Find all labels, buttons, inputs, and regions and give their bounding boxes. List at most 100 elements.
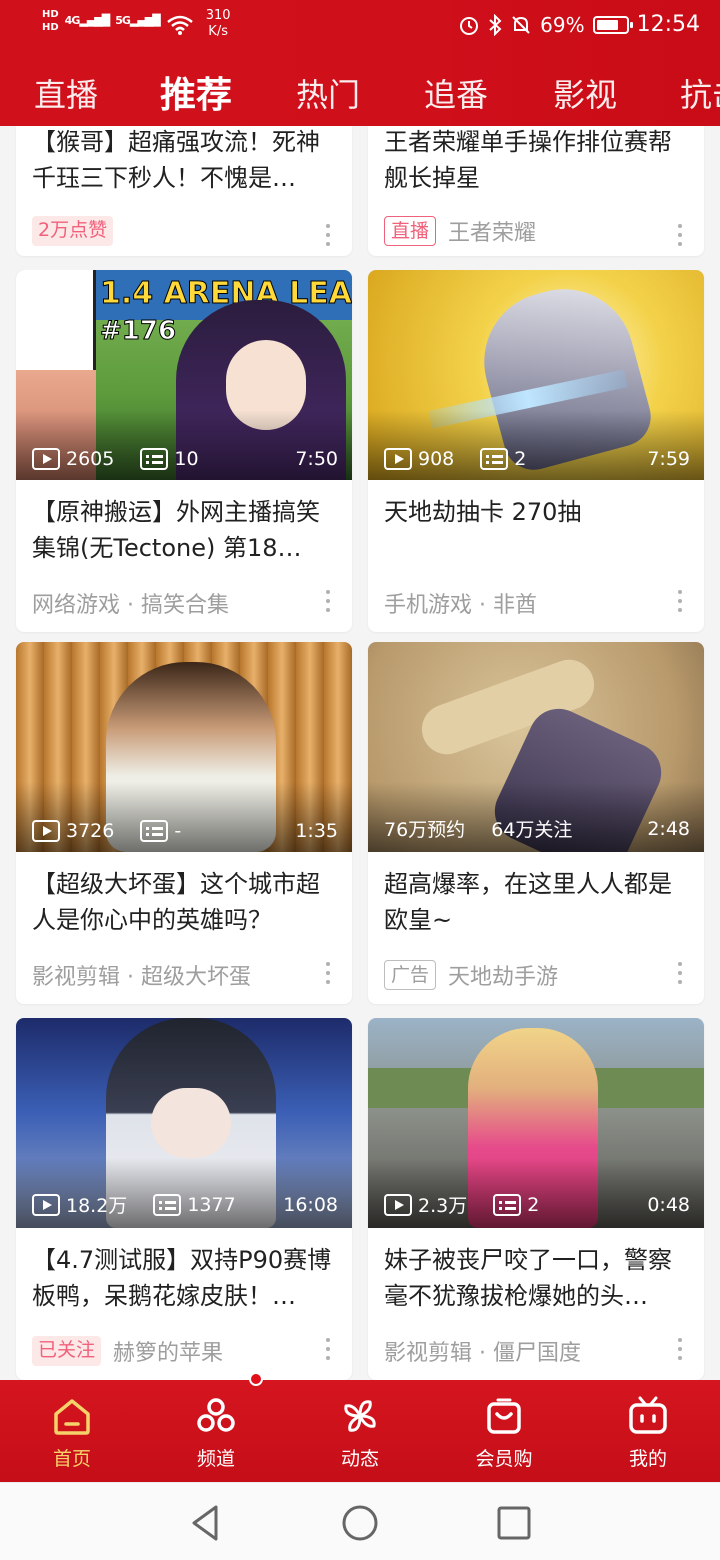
- nav-home[interactable]: 首页: [0, 1380, 144, 1482]
- shopping-bag-icon: [487, 1398, 521, 1434]
- video-stats: 908 2 7:59: [384, 448, 690, 470]
- tab-recommend[interactable]: 推荐: [160, 66, 232, 118]
- video-duration: 16:08: [283, 1193, 338, 1216]
- video-thumbnail[interactable]: 3726 - 1:35: [16, 642, 352, 852]
- video-title: 【超级大坏蛋】这个城市超人是你心中的英雄吗？: [32, 870, 320, 934]
- clock: 12:54: [636, 12, 700, 37]
- tab-epidemic[interactable]: 抗击: [680, 70, 720, 116]
- danmaku-count: 2: [527, 1193, 540, 1216]
- video-thumbnail[interactable]: 908 2 7:59: [368, 270, 704, 480]
- video-duration: 7:59: [647, 448, 690, 470]
- signal-5g-label: 5G: [115, 14, 131, 27]
- signal-4g-label: 4G: [64, 14, 81, 27]
- card-footer: 广告 天地劫手游: [368, 946, 704, 1004]
- nav-vip-shop[interactable]: 会员购: [432, 1380, 576, 1482]
- tab-live[interactable]: 直播: [34, 70, 98, 116]
- danmaku-icon: [493, 1193, 522, 1216]
- view-count: 18.2万: [66, 1195, 128, 1217]
- view-count: 908: [418, 448, 455, 470]
- recent-apps-icon[interactable]: [494, 1503, 534, 1543]
- top-tabs: 直播 推荐 热门 追番 影视 抗击: [0, 62, 720, 122]
- tab-hot[interactable]: 热门: [296, 70, 360, 116]
- hd2-label: HD: [42, 22, 59, 33]
- card-footer: 直播 王者荣耀: [368, 208, 704, 254]
- video-card[interactable]: 3726 - 1:35 【超级大坏蛋】这个城市超人是你心中的英雄吗？ 影视剪辑 …: [16, 642, 352, 1004]
- card-footer: 影视剪辑 · 僵尸国度: [368, 1322, 704, 1380]
- danmaku-icon: [153, 1193, 182, 1216]
- video-stats: 18.2万 1377 16:08: [32, 1191, 338, 1218]
- video-title: 【原神搬运】外网主播搞笑集锦(无Tectone) 第18…: [32, 498, 320, 562]
- video-duration: 2:48: [647, 817, 690, 840]
- nav-dynamic[interactable]: 动态: [288, 1380, 432, 1482]
- battery-percent: 69%: [540, 12, 585, 37]
- ad-card[interactable]: 76万预约 64万关注 2:48 超高爆率，在这里人人都是欧皇~ 广告 天地劫手…: [368, 642, 704, 1004]
- video-title: 【猴哥】超痛强攻流！死神千珏三下秒人！不愧是…: [32, 128, 320, 192]
- video-feed[interactable]: 【猴哥】超痛强攻流！死神千珏三下秒人！不愧是… 2万点赞 王者荣耀单手操作排位赛…: [0, 126, 720, 1380]
- card-footer: 网络游戏 · 搞笑合集: [16, 574, 352, 632]
- hd-indicator: HD HD: [42, 8, 59, 34]
- card-footer: 手机游戏 · 非酋: [368, 574, 704, 632]
- more-options-icon[interactable]: [678, 1338, 682, 1364]
- app-header: HD HD 4G▂▄▆█ 5G▂▄▆█ 310 K/s 69% 12:54 直播…: [0, 0, 720, 126]
- video-card[interactable]: 王者荣耀单手操作排位赛帮舰长掉星 直播 王者荣耀: [368, 126, 704, 256]
- more-options-icon[interactable]: [678, 962, 682, 988]
- ad-title: 超高爆率，在这里人人都是欧皇~: [384, 870, 672, 934]
- card-footer: 影视剪辑 · 超级大坏蛋: [16, 946, 352, 1004]
- follow-count: 64万关注: [491, 819, 573, 841]
- more-options-icon[interactable]: [326, 590, 330, 616]
- alarm-icon: [460, 16, 479, 35]
- ad-thumbnail[interactable]: 76万预约 64万关注 2:48: [368, 642, 704, 852]
- wifi-icon: [166, 15, 193, 35]
- video-thumbnail[interactable]: 1.4 ARENA LEAK #176 2605 10 7:50: [16, 270, 352, 480]
- video-thumbnail[interactable]: 2.3万 2 0:48: [368, 1018, 704, 1228]
- more-options-icon[interactable]: [678, 224, 682, 250]
- like-count-badge: 2万点赞: [32, 216, 114, 246]
- danmaku-count: 2: [514, 448, 527, 470]
- play-count-icon: [384, 1193, 412, 1216]
- video-card[interactable]: 1.4 ARENA LEAK #176 2605 10 7:50 【原神搬运】外…: [16, 270, 352, 632]
- view-count: 3726: [66, 820, 115, 842]
- play-count-icon: [32, 448, 60, 470]
- play-count-icon: [32, 820, 60, 842]
- view-count: 2605: [66, 448, 115, 470]
- nav-dynamic-label: 动态: [340, 1448, 379, 1470]
- card-footer: 2万点赞: [16, 208, 352, 254]
- uploader-name: 赫箩的苹果: [113, 1341, 224, 1366]
- danmaku-count: -: [174, 820, 182, 842]
- video-title: 妹子被丧尸咬了一口，警察毫不犹豫拔枪爆她的头…: [384, 1246, 672, 1310]
- more-options-icon[interactable]: [326, 962, 330, 988]
- video-duration: 7:50: [295, 448, 338, 470]
- nav-mine[interactable]: 我的: [576, 1380, 720, 1482]
- system-navigation-bar: [0, 1482, 720, 1560]
- video-category: 网络游戏 · 搞笑合集: [32, 593, 229, 618]
- status-left: HD HD 4G▂▄▆█ 5G▂▄▆█ 310 K/s: [42, 8, 231, 40]
- video-stats: 3726 - 1:35: [32, 820, 338, 842]
- video-category: 影视剪辑 · 超级大坏蛋: [32, 965, 251, 990]
- reserve-count: 76万预约: [384, 819, 466, 841]
- hd1-label: HD: [42, 9, 59, 20]
- battery-icon: [592, 15, 633, 34]
- net-speed-unit: K/s: [208, 24, 228, 39]
- notification-dot: [249, 1372, 263, 1386]
- home-circle-icon[interactable]: [340, 1503, 380, 1543]
- video-card[interactable]: 908 2 7:59 天地劫抽卡 270抽 手机游戏 · 非酋: [368, 270, 704, 632]
- more-options-icon[interactable]: [326, 224, 330, 250]
- thumbnail-episode: #176: [99, 316, 177, 347]
- video-thumbnail[interactable]: 18.2万 1377 16:08: [16, 1018, 352, 1228]
- danmaku-icon: [140, 448, 169, 470]
- card-footer: 已关注 赫箩的苹果: [16, 1322, 352, 1380]
- tab-movies[interactable]: 影视: [553, 70, 617, 116]
- back-icon[interactable]: [186, 1503, 226, 1543]
- status-right: 69% 12:54: [458, 12, 700, 37]
- more-options-icon[interactable]: [678, 590, 682, 616]
- video-card[interactable]: 【猴哥】超痛强攻流！死神千珏三下秒人！不愧是… 2万点赞: [16, 126, 352, 256]
- video-card[interactable]: 18.2万 1377 16:08 【4.7测试服】双持P90赛博板鸭，呆鹅花嫁皮…: [16, 1018, 352, 1380]
- nav-channel[interactable]: 频道: [144, 1380, 288, 1482]
- tab-anime[interactable]: 追番: [424, 70, 488, 116]
- video-category: 王者荣耀: [448, 221, 537, 246]
- video-card[interactable]: 2.3万 2 0:48 妹子被丧尸咬了一口，警察毫不犹豫拔枪爆她的头… 影视剪辑…: [368, 1018, 704, 1380]
- mute-icon: [512, 15, 530, 34]
- bluetooth-icon: [489, 13, 502, 36]
- more-options-icon[interactable]: [326, 1338, 330, 1364]
- net-speed: 310 K/s: [206, 8, 231, 40]
